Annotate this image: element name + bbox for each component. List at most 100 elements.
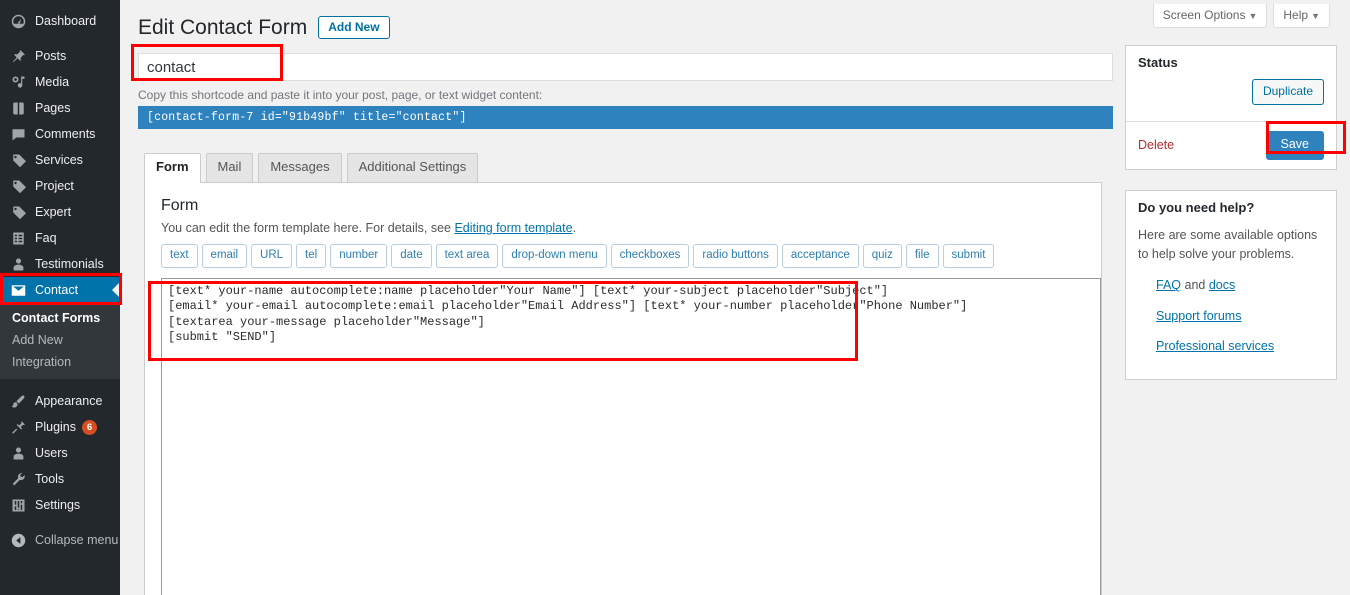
brush-icon xyxy=(9,392,28,410)
support-forums-link[interactable]: Support forums xyxy=(1156,309,1241,323)
sidebar-item-label: Appearance xyxy=(35,394,103,408)
sidebar-item-label: Dashboard xyxy=(35,14,97,28)
help-box-title: Do you need help? xyxy=(1138,199,1255,215)
tag-button-quiz[interactable]: quiz xyxy=(862,244,902,268)
tag-icon xyxy=(9,203,28,221)
tag-button-file[interactable]: file xyxy=(905,244,939,268)
help-and-text: and xyxy=(1181,278,1209,293)
sidebar-item-posts[interactable]: Posts xyxy=(0,43,120,69)
screen-meta-toolbar: Screen Options ▼ Help ▼ xyxy=(1152,4,1330,29)
sidebar-submenu-contact: Contact Forms Add New Integration xyxy=(0,303,120,379)
sidebar-item-settings[interactable]: Settings xyxy=(0,492,120,518)
media-icon xyxy=(9,73,28,91)
admin-sidebar: Dashboard Posts Media Pages Comments Ser… xyxy=(0,0,120,595)
tag-button-text-area[interactable]: text area xyxy=(435,244,499,268)
template-line: [submit "SEND"] xyxy=(168,330,277,345)
tag-button-checkboxes[interactable]: checkboxes xyxy=(610,244,690,268)
tag-button-text[interactable]: text xyxy=(161,244,198,268)
sidebar-subitem-integration[interactable]: Integration xyxy=(0,351,120,373)
screen-options-label: Screen Options xyxy=(1162,8,1246,22)
page-icon xyxy=(9,99,28,117)
sidebar-item-label: Faq xyxy=(35,231,57,245)
sidebar-item-testimonials[interactable]: Testimonials xyxy=(0,251,120,277)
sidebar-item-label: Settings xyxy=(35,498,81,512)
sidebar-item-label: Plugins xyxy=(35,420,76,434)
tag-icon xyxy=(9,177,28,195)
sidebar-item-users[interactable]: Users xyxy=(0,440,120,466)
tag-button-date[interactable]: date xyxy=(391,244,432,268)
wrench-icon xyxy=(9,470,28,488)
chevron-down-icon: ▼ xyxy=(1248,11,1258,21)
sidebar-item-project[interactable]: Project xyxy=(0,173,120,199)
form-title-input[interactable] xyxy=(138,53,1113,82)
sidebar-subitem-add-new[interactable]: Add New xyxy=(0,329,120,351)
sidebar-item-pages[interactable]: Pages xyxy=(0,95,120,121)
tag-button-number[interactable]: number xyxy=(330,244,388,268)
sliders-icon xyxy=(9,496,28,514)
sidebar-item-media[interactable]: Media xyxy=(0,69,120,95)
page-header: Edit Contact Form Add New xyxy=(138,0,1330,41)
admin-body: Screen Options ▼ Help ▼ Edit Contact Form … xyxy=(120,0,1350,595)
tab-messages[interactable]: Messages xyxy=(258,153,342,183)
form-description-text: You can edit the form template here. For… xyxy=(161,221,455,236)
shortcode-value[interactable]: [contact-form-7 id="91b49bf" title="cont… xyxy=(138,106,1113,130)
sidebar-subitem-label: Integration xyxy=(12,355,72,369)
sidebar-item-appearance[interactable]: Appearance xyxy=(0,388,120,414)
sidebar-item-contact[interactable]: Contact xyxy=(0,277,120,303)
tag-button-radio-buttons[interactable]: radio buttons xyxy=(693,244,778,268)
contact-form-tabs: Form Mail Messages Additional Settings xyxy=(144,153,1330,184)
sidebar-item-label: Tools xyxy=(35,472,65,486)
tag-button-submit[interactable]: submit xyxy=(942,244,995,268)
form-template-textarea[interactable]: [text* your-name autocomplete:name place… xyxy=(161,277,1101,595)
sidebar-item-label: Users xyxy=(35,446,68,460)
docs-link[interactable]: docs xyxy=(1209,278,1235,292)
tag-button-drop-down-menu[interactable]: drop-down menu xyxy=(502,244,607,268)
sidebar-subitem-label: Add New xyxy=(12,333,63,347)
sidebar-item-label: Posts xyxy=(35,49,67,63)
person-icon xyxy=(9,444,28,462)
tag-button-email[interactable]: email xyxy=(201,244,248,268)
sidebar-subitem-label: Contact Forms xyxy=(12,311,101,325)
sidebar-item-faq[interactable]: Faq xyxy=(0,225,120,251)
faq-link[interactable]: FAQ xyxy=(1156,278,1181,292)
template-line: [textarea your-message placeholder"Messa… xyxy=(168,314,485,329)
form-section-heading: Form xyxy=(161,197,199,215)
sidebar-item-label: Contact xyxy=(35,283,79,297)
tag-button-url[interactable]: URL xyxy=(251,244,293,268)
person-icon xyxy=(9,255,28,273)
delete-link[interactable]: Delete xyxy=(1138,138,1174,152)
help-link-row-faq: FAQ and docs xyxy=(1156,276,1324,295)
collapse-arrow-icon xyxy=(9,531,28,549)
sidebar-item-tools[interactable]: Tools xyxy=(0,466,120,492)
sidebar-item-dashboard[interactable]: Dashboard xyxy=(0,8,120,34)
side-meta-boxes: Status Duplicate Delete Save Do you need… xyxy=(1125,45,1337,400)
sidebar-item-plugins[interactable]: Plugins 6 xyxy=(0,414,120,440)
tab-mail[interactable]: Mail xyxy=(205,153,254,183)
tab-additional-settings[interactable]: Additional Settings xyxy=(346,153,479,183)
status-box-body: Duplicate xyxy=(1126,79,1336,121)
template-line: [text* your-name autocomplete:name place… xyxy=(168,283,889,298)
editing-form-template-link[interactable]: Editing form template xyxy=(454,221,572,235)
help-link-row-support: Support forums xyxy=(1156,307,1324,326)
sidebar-item-services[interactable]: Services xyxy=(0,147,120,173)
plugins-update-badge: 6 xyxy=(82,419,97,435)
duplicate-button[interactable]: Duplicate xyxy=(1251,79,1324,105)
sidebar-item-expert[interactable]: Expert xyxy=(0,199,120,225)
screen-options-button[interactable]: Screen Options ▼ xyxy=(1152,4,1268,29)
help-button[interactable]: Help ▼ xyxy=(1273,4,1330,29)
sidebar-item-label: Comments xyxy=(35,127,96,141)
status-box-title: Status xyxy=(1138,55,1178,70)
help-box-description: Here are some available options to help … xyxy=(1138,227,1318,261)
tag-button-tel[interactable]: tel xyxy=(296,244,327,268)
professional-services-link[interactable]: Professional services xyxy=(1156,339,1274,353)
sidebar-subitem-contact-forms[interactable]: Contact Forms xyxy=(0,307,120,329)
collapse-menu-button[interactable]: Collapse menu xyxy=(0,527,120,553)
add-new-button[interactable]: Add New xyxy=(318,16,390,40)
dashboard-icon xyxy=(9,12,28,30)
status-box: Status Duplicate Delete Save xyxy=(1125,45,1337,170)
sidebar-item-label: Pages xyxy=(35,101,71,115)
tab-form[interactable]: Form xyxy=(144,153,201,184)
page-title: Edit Contact Form xyxy=(138,16,308,39)
tag-button-acceptance[interactable]: acceptance xyxy=(781,244,859,268)
sidebar-item-comments[interactable]: Comments xyxy=(0,121,120,147)
